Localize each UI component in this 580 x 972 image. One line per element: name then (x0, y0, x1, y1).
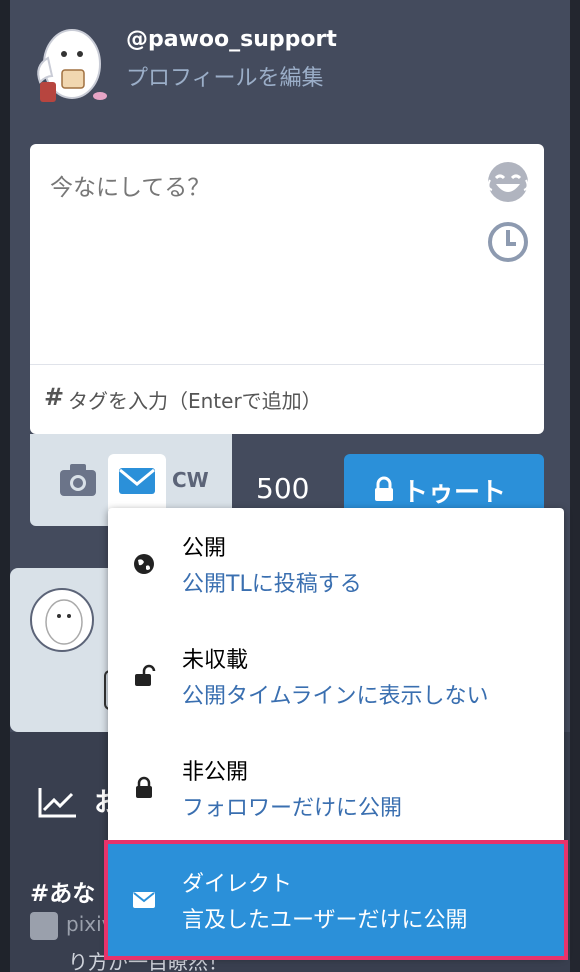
toot-label: トゥート (402, 478, 507, 508)
privacy-button[interactable] (108, 454, 166, 510)
emoji-icon[interactable] (486, 160, 530, 204)
globe-icon (134, 554, 154, 574)
privacy-option-desc: 公開TLに投稿する (182, 572, 362, 597)
account-username[interactable]: @pawoo_support (126, 27, 337, 52)
privacy-option-desc: フォロワーだけに公開 (182, 796, 403, 821)
pixiv-label: pixiv (66, 912, 114, 936)
user-avatar[interactable] (28, 18, 112, 108)
privacy-option-title: 公開 (182, 536, 227, 561)
cw-button[interactable]: CW (172, 468, 209, 492)
privacy-option-title: 未収載 (182, 648, 249, 673)
unlock-icon (135, 664, 156, 686)
tag-input-row[interactable]: # タグを入力（Enterで追加） (30, 364, 544, 434)
left-edge (0, 0, 10, 972)
privacy-option-desc: 言及したユーザーだけに公開 (182, 908, 468, 933)
pixiv-icon (30, 912, 58, 940)
camera-icon[interactable] (56, 458, 100, 502)
privacy-option-direct[interactable]: ダイレクト 言及したユーザーだけに公開 (104, 840, 568, 960)
envelope-icon (119, 468, 155, 494)
lock-icon (136, 776, 152, 798)
envelope-icon (133, 892, 155, 908)
privacy-option-unlisted[interactable]: 未収載 公開タイムラインに表示しない (108, 620, 564, 732)
privacy-option-desc: 公開タイムラインに表示しない (182, 684, 489, 709)
privacy-option-private[interactable]: 非公開 フォロワーだけに公開 (108, 732, 564, 844)
edit-profile-link[interactable]: プロフィールを編集 (126, 60, 324, 92)
clock-icon[interactable] (486, 220, 530, 264)
trending-icon (38, 786, 78, 818)
account-avatar[interactable] (30, 588, 94, 652)
right-edge (570, 0, 580, 972)
character-counter: 500 (256, 472, 310, 505)
tag-input[interactable]: タグを入力（Enterで追加） (68, 385, 322, 414)
privacy-option-public[interactable]: 公開 公開TLに投稿する (108, 508, 564, 620)
privacy-dropdown: 公開 公開TLに投稿する 未収載 公開タイムラインに表示しない 非公開 フォロワ… (104, 508, 568, 960)
privacy-option-title: 非公開 (182, 760, 249, 785)
compose-box[interactable]: 今なにしてる？ # タグを入力（Enterで追加） (30, 144, 544, 434)
compose-textarea[interactable]: 今なにしてる？ (50, 168, 210, 202)
lock-icon (375, 476, 393, 501)
privacy-option-title: ダイレクト (182, 872, 293, 897)
trend-hashtag[interactable]: #あな (30, 874, 95, 908)
hashtag-icon: # (44, 383, 65, 411)
